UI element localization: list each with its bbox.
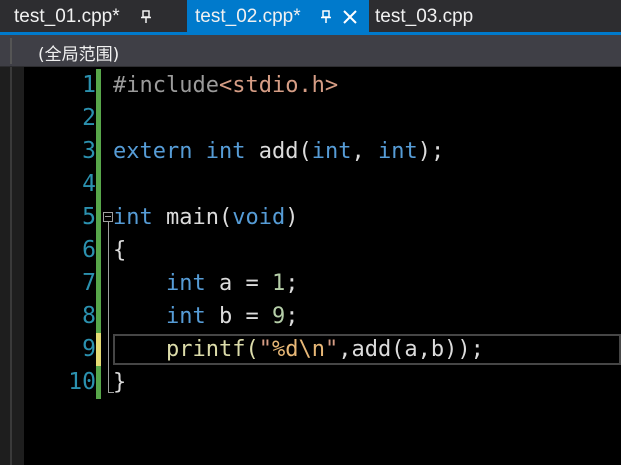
line-number: 2 (82, 105, 96, 131)
preprocessor-directive: #include (113, 73, 219, 98)
navigation-bar: (全局范围) (0, 35, 621, 67)
line-number: 5 (82, 204, 96, 230)
keyword: extern (113, 139, 193, 164)
change-indicator-unsaved (96, 333, 101, 366)
code-line-7: int a = 1; (113, 267, 298, 300)
code-line-1: #include<stdio.h> (113, 69, 338, 102)
code-text: , (351, 139, 378, 164)
code-text: { (113, 238, 127, 263)
line-number: 3 (82, 138, 96, 164)
line-number: 1 (82, 72, 96, 98)
line-number: 6 (82, 237, 96, 263)
fold-guide (108, 222, 109, 392)
keyword: int (205, 139, 246, 164)
scope-dropdown[interactable]: (全局范围) (38, 40, 119, 65)
line-number: 9 (82, 336, 96, 362)
code-line-5: int main(void) (113, 201, 298, 234)
code-editor[interactable]: 1 2 3 4 5 6 7 8 9 10 #include<stdio.h> e… (0, 67, 621, 465)
number-literal: 1 (271, 271, 286, 296)
line-number: 10 (68, 369, 96, 395)
code-text: printf( (113, 337, 259, 362)
code-text: b = (205, 304, 272, 329)
tab-test-03[interactable]: test_03.cpp (369, 0, 549, 34)
code-line-3: extern int add(int, int); (113, 135, 444, 168)
document-tab-strip: test_01.cpp* test_02.cpp* test_03.cpp (0, 0, 621, 35)
line-number-gutter: 1 2 3 4 5 6 7 8 9 10 (0, 67, 96, 465)
number-literal: 9 (271, 304, 286, 329)
code-line-6: { (113, 234, 126, 267)
line-number: 7 (82, 270, 96, 296)
keyword: void (232, 205, 286, 230)
code-text: add( (245, 139, 312, 164)
code-text: main( (152, 205, 233, 230)
code-line-10: } (113, 366, 126, 399)
keyword: int (377, 139, 418, 164)
code-text: ) (285, 205, 299, 230)
pin-icon[interactable] (320, 10, 332, 24)
include-path: <stdio.h> (218, 73, 339, 98)
code-text: ; (285, 304, 299, 329)
tab-label: test_01.cpp* (14, 6, 120, 27)
pin-icon[interactable] (140, 10, 152, 24)
tab-test-02[interactable]: test_02.cpp* (187, 0, 369, 34)
tab-label: test_03.cpp (375, 6, 474, 27)
code-line-8: int b = 9; (113, 300, 298, 333)
code-line-9: printf("%d\n",add(a,b)); (113, 333, 484, 366)
line-number: 4 (82, 171, 96, 197)
collapse-icon[interactable] (103, 212, 113, 222)
keyword: int (311, 139, 352, 164)
code-text-area[interactable]: #include<stdio.h> extern int add(int, in… (113, 67, 621, 465)
code-text: } (113, 370, 127, 395)
string-literal: " (324, 337, 339, 362)
string-literal: " (258, 337, 272, 362)
navigation-bar-divider (10, 38, 12, 64)
format-specifier: %d (271, 337, 299, 362)
code-text: ); (417, 139, 445, 164)
change-indicator-saved (96, 69, 101, 333)
close-icon[interactable] (342, 9, 358, 25)
code-text: ,add(a,b)); (338, 337, 484, 362)
keyword: int (165, 304, 206, 329)
keyword: int (113, 205, 153, 230)
change-indicator-saved (96, 366, 101, 399)
tab-test-01[interactable]: test_01.cpp* (0, 0, 180, 34)
tab-label: test_02.cpp* (195, 6, 301, 27)
line-number: 8 (82, 303, 96, 329)
escape-sequence: \n (298, 337, 325, 362)
code-text: a = (205, 271, 272, 296)
code-text: ; (285, 271, 299, 296)
keyword: int (165, 271, 206, 296)
